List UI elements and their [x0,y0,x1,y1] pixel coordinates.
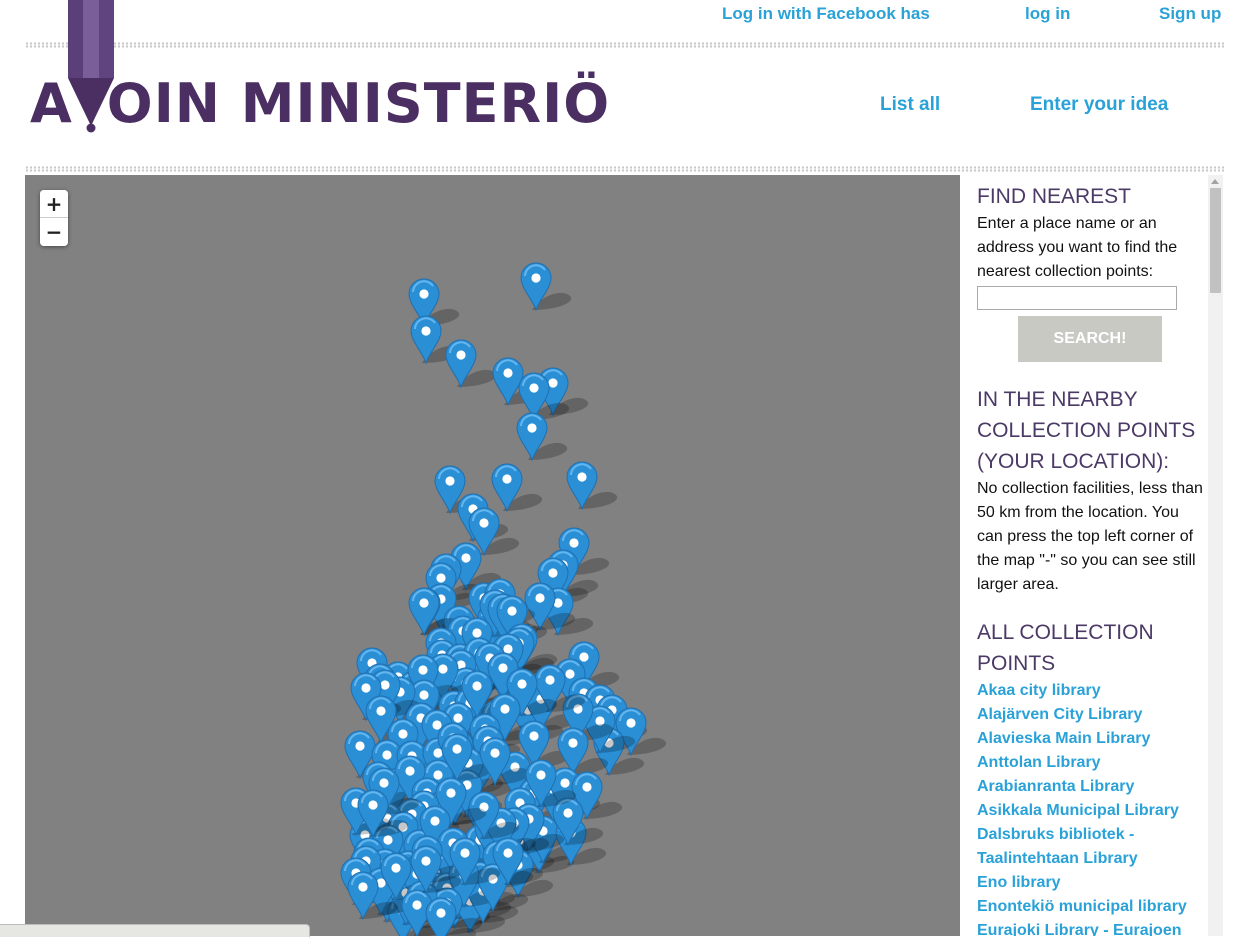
find-nearest-instructions: Enter a place name or an address you wan… [977,215,1178,280]
logo-text-left: A [30,72,73,135]
logo-text-right: OIN MINISTERIÖ [106,72,611,135]
library-link[interactable]: Eurajoki Library - Eurajoen kirjasto [977,919,1205,936]
sidebar-scrollbar[interactable] [1208,175,1223,936]
library-link[interactable]: Arabianranta Library [977,775,1205,799]
library-link[interactable]: Eno library [977,871,1205,895]
list-item: Dalsbruks bibliotek - Taalintehtaan Libr… [977,823,1205,871]
search-button[interactable]: SEARCH! [1018,316,1162,362]
logo-wordmark: A OIN MINISTERIÖ [30,72,610,136]
list-item: Alavieska Main Library [977,727,1205,751]
list-item: Anttolan Library [977,751,1205,775]
map-marker-icon[interactable] [491,463,543,512]
list-item: Alajärven City Library [977,703,1205,727]
library-link[interactable]: Alajärven City Library [977,703,1205,727]
list-all-link[interactable]: List all [880,94,940,116]
library-list: Akaa city library Alajärven City Library… [977,679,1205,936]
scroll-up-icon[interactable] [1211,179,1219,184]
zoom-in-button[interactable]: + [40,190,68,218]
sidebar: FIND NEAREST Enter a place name or an ad… [961,175,1208,936]
list-item: Asikkala Municipal Library [977,799,1205,823]
bottom-status-bar [0,924,310,937]
map-markers [340,262,667,936]
library-link[interactable]: Dalsbruks bibliotek - Taalintehtaan Libr… [977,823,1205,871]
location-search-input[interactable] [977,286,1177,310]
all-points-heading: ALL COLLECTION POINTS [977,621,1154,675]
nearby-points-heading: IN THE NEARBY COLLECTION POINTS (YOUR LO… [977,388,1196,473]
header-divider-bottom [25,166,1224,172]
login-link[interactable]: log in [1025,4,1070,24]
facebook-login-link[interactable]: Log in with Facebook has [722,4,930,24]
list-item: Akaa city library [977,679,1205,703]
library-link[interactable]: Alavieska Main Library [977,727,1205,751]
list-item: Eurajoki Library - Eurajoen kirjasto [977,919,1205,936]
site-logo[interactable]: A OIN MINISTERIÖ [30,0,630,140]
list-item: Enontekiö municipal library [977,895,1205,919]
enter-idea-link[interactable]: Enter your idea [1030,94,1168,116]
zoom-out-button[interactable]: − [40,218,68,246]
list-item: Arabianranta Library [977,775,1205,799]
map-marker-icon[interactable] [520,262,572,311]
map-marker-icon[interactable] [516,412,568,461]
library-link[interactable]: Akaa city library [977,679,1205,703]
zoom-control: + − [40,190,68,246]
map-marker-icon[interactable] [445,339,497,388]
find-nearest-heading: FIND NEAREST [977,185,1132,208]
library-link[interactable]: Enontekiö municipal library [977,895,1205,919]
library-link[interactable]: Asikkala Municipal Library [977,799,1205,823]
map-view[interactable]: + − [25,175,960,936]
nearby-points-message: No collection facilities, less than 50 k… [977,480,1203,593]
signup-link[interactable]: Sign up [1159,4,1221,24]
library-link[interactable]: Anttolan Library [977,751,1205,775]
list-item: Eno library [977,871,1205,895]
scroll-thumb[interactable] [1210,188,1221,293]
map-marker-icon[interactable] [566,461,618,510]
